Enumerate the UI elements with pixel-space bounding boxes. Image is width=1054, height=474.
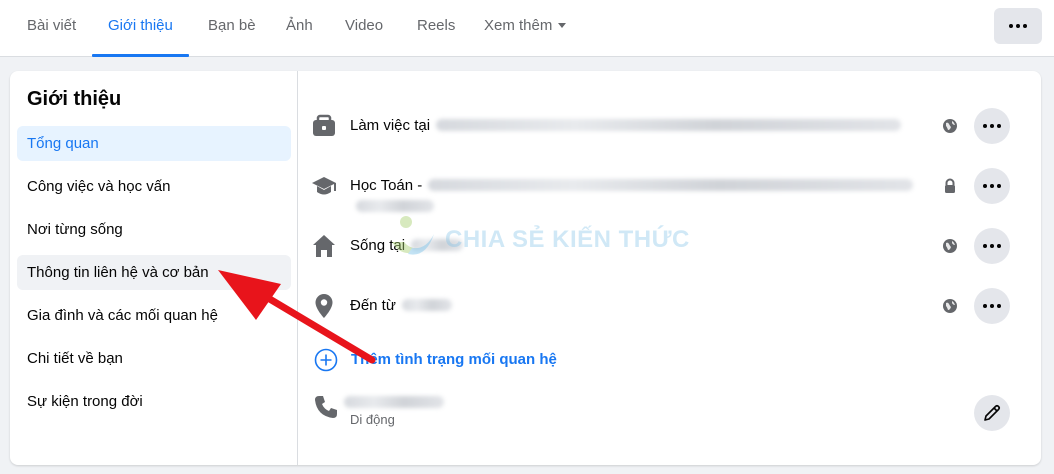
add-relationship-link[interactable]: Thêm tình trạng mối quan hệ (351, 351, 557, 368)
tab-friends[interactable]: Bạn bè (208, 0, 256, 57)
study-label: Học Toán - (350, 177, 423, 194)
sidebar-title: Giới thiệu (27, 88, 122, 110)
globe-icon[interactable] (942, 118, 958, 134)
blurred-school (428, 179, 914, 191)
tab-see-more[interactable]: Xem thêm (484, 0, 567, 57)
phone-icon (315, 396, 337, 418)
sidebar-item-life-events[interactable]: Sự kiện trong đời (17, 384, 291, 419)
study-options-button[interactable] (974, 168, 1010, 204)
home-icon (313, 235, 335, 257)
about-card: Giới thiệu Tổng quan Công việc và học vấ… (10, 71, 1041, 465)
plus-circle-icon[interactable] (314, 348, 338, 372)
tab-videos[interactable]: Video (345, 0, 383, 57)
from-options-button[interactable] (974, 288, 1010, 324)
globe-icon[interactable] (942, 238, 958, 254)
more-dots-icon (983, 304, 1001, 308)
from-label: Đến từ (350, 297, 396, 314)
lock-icon[interactable] (942, 178, 958, 194)
watermark-text: CHIA SẺ KIẾN THỨC (445, 226, 690, 253)
profile-tab-bar: Bài viết Giới thiệu Bạn bè Ảnh Video Ree… (0, 0, 1054, 57)
more-dots-icon (983, 124, 1001, 128)
more-dots-icon (983, 244, 1001, 248)
graduation-cap-icon (312, 177, 336, 195)
sidebar-item-details-about-you[interactable]: Chi tiết về bạn (17, 341, 291, 376)
caret-down-icon (558, 23, 567, 28)
blurred-hometown (401, 299, 452, 311)
more-dots-icon (1009, 24, 1027, 28)
sidebar-item-contact-basic-info[interactable]: Thông tin liên hệ và cơ bản (17, 255, 291, 290)
pencil-icon (984, 404, 1001, 421)
more-options-button[interactable] (994, 8, 1042, 44)
blurred-workplace (436, 119, 902, 131)
phone-type-label: Di động (350, 412, 395, 427)
tab-about[interactable]: Giới thiệu (92, 0, 189, 57)
sidebar-item-work-education[interactable]: Công việc và học vấn (17, 169, 291, 204)
tab-posts[interactable]: Bài viết (27, 0, 76, 57)
tab-photos[interactable]: Ảnh (286, 0, 313, 57)
watermark-logo (392, 216, 434, 255)
lives-options-button[interactable] (974, 228, 1010, 264)
sidebar-item-family-relationships[interactable]: Gia đình và các mối quan hệ (17, 298, 291, 333)
blurred-phone-number (344, 396, 444, 408)
sidebar-item-places-lived[interactable]: Nơi từng sống (17, 212, 291, 247)
vertical-divider (297, 71, 298, 465)
tab-see-more-label: Xem thêm (484, 17, 553, 34)
blurred-school-line2 (356, 200, 434, 212)
work-label: Làm việc tại (350, 117, 431, 134)
edit-phone-button[interactable] (974, 395, 1010, 431)
more-dots-icon (983, 184, 1001, 188)
globe-icon[interactable] (942, 298, 958, 314)
location-pin-icon (315, 294, 333, 318)
sidebar-item-overview[interactable]: Tổng quan (17, 126, 291, 161)
tab-reels[interactable]: Reels (417, 0, 455, 57)
briefcase-icon (313, 114, 335, 136)
work-options-button[interactable] (974, 108, 1010, 144)
